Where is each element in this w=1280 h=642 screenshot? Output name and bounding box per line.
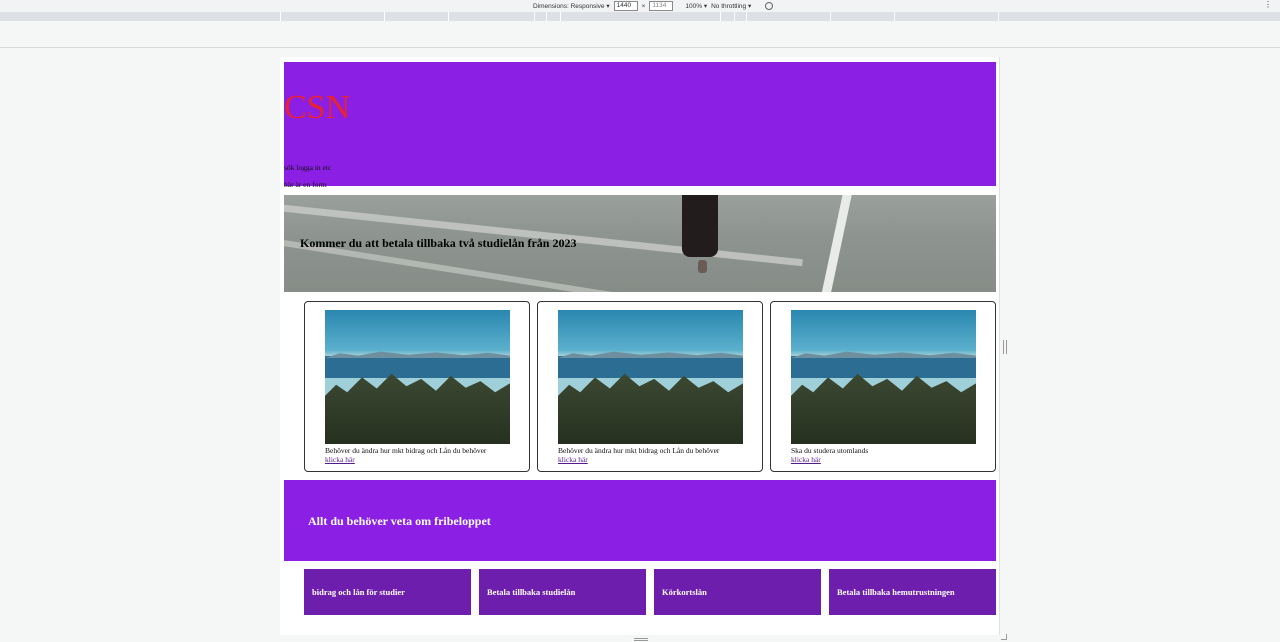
hero-image-hand xyxy=(698,260,707,273)
media-query-segment[interactable] xyxy=(998,12,999,21)
media-query-segment[interactable] xyxy=(384,12,385,21)
emulated-viewport: CSN sök logga in etc här är en form Komm… xyxy=(280,57,1000,635)
fribelopp-banner: Allt du behöver veta om fribeloppet xyxy=(284,480,996,561)
card-link[interactable]: klicka här xyxy=(558,455,588,464)
tile-hemutrustning[interactable]: Betala tillbaka hemutrustningen xyxy=(829,569,996,615)
card-image xyxy=(558,310,743,444)
tile-row: bidrag och lån för studier Betala tillba… xyxy=(304,569,996,615)
media-query-segment[interactable] xyxy=(894,12,895,21)
media-query-segment[interactable] xyxy=(830,12,831,21)
card-link[interactable]: klicka här xyxy=(325,455,355,464)
card-text: Ska du studera utomlands xyxy=(791,446,869,455)
tile-label: Betala tillbaka studielån xyxy=(487,587,576,597)
tile-betala-studielan[interactable]: Betala tillbaka studielån xyxy=(479,569,646,615)
media-query-segment[interactable] xyxy=(534,12,535,21)
card-image xyxy=(791,310,976,444)
hero-banner: Kommer du att betala tillbaka två studie… xyxy=(284,195,996,292)
resize-handle-bottom[interactable] xyxy=(634,638,648,641)
card-text: Behöver du ändra hur mkt bidrag och Lån … xyxy=(325,446,487,455)
media-query-bar[interactable] xyxy=(0,12,1280,21)
hero-heading: Kommer du att betala tillbaka två studie… xyxy=(300,236,577,250)
ruler-divider xyxy=(0,47,1280,48)
card-link[interactable]: klicka här xyxy=(791,455,821,464)
device-controls: Dimensions: Responsive ▾ 1440 × 1134 100… xyxy=(533,1,774,11)
media-query-segment[interactable] xyxy=(746,12,747,21)
more-options-icon[interactable]: ⋮ xyxy=(1264,0,1272,9)
card-image xyxy=(325,310,510,444)
tile-label: Betala tillbaka hemutrustningen xyxy=(837,587,955,597)
height-input[interactable]: 1134 xyxy=(649,1,674,11)
site-header: CSN sök logga in etc här är en form xyxy=(284,62,996,189)
header-search-login-text: sök logga in etc xyxy=(284,163,332,172)
dimensions-dropdown[interactable]: Dimensions: Responsive ▾ xyxy=(533,2,610,10)
devtools-toolbar: Dimensions: Responsive ▾ 1440 × 1134 100… xyxy=(0,0,1280,12)
fribelopp-heading[interactable]: Allt du behöver veta om fribeloppet xyxy=(308,514,491,529)
media-query-segment[interactable] xyxy=(546,12,547,21)
resize-handle-right[interactable] xyxy=(1003,340,1007,354)
media-query-segment[interactable] xyxy=(734,12,735,21)
info-card: Behöver du ändra hur mkt bidrag och Lån … xyxy=(304,301,530,472)
hero-image-road-stripe xyxy=(819,195,854,292)
zoom-dropdown[interactable]: 100% ▾ xyxy=(685,2,707,10)
card-text: Behöver du ändra hur mkt bidrag och Lån … xyxy=(558,446,720,455)
hero-image-person xyxy=(682,195,718,257)
dimension-separator: × xyxy=(641,2,646,10)
site-logo[interactable]: CSN xyxy=(284,89,350,127)
tile-label: Körkortslån xyxy=(662,587,707,597)
tile-korkortslan[interactable]: Körkortslån xyxy=(654,569,821,615)
media-query-segment[interactable] xyxy=(448,12,449,21)
media-query-segment[interactable] xyxy=(280,12,281,21)
tile-label: bidrag och lån för studier xyxy=(312,587,405,597)
throttling-dropdown[interactable]: No throttling ▾ xyxy=(711,2,751,10)
info-card: Ska du studera utomlands klicka här xyxy=(770,301,996,472)
media-query-segment[interactable] xyxy=(720,12,721,21)
header-form-text: här är en form xyxy=(284,180,327,189)
tile-bidrag-och-lan[interactable]: bidrag och lån för studier xyxy=(304,569,471,615)
card-row: Behöver du ändra hur mkt bidrag och Lån … xyxy=(304,301,996,472)
media-query-segment[interactable] xyxy=(560,12,561,21)
resize-handle-corner[interactable] xyxy=(1001,634,1007,640)
info-card: Behöver du ändra hur mkt bidrag och Lån … xyxy=(537,301,763,472)
rotate-icon[interactable] xyxy=(765,2,774,10)
width-input[interactable]: 1440 xyxy=(613,1,638,11)
